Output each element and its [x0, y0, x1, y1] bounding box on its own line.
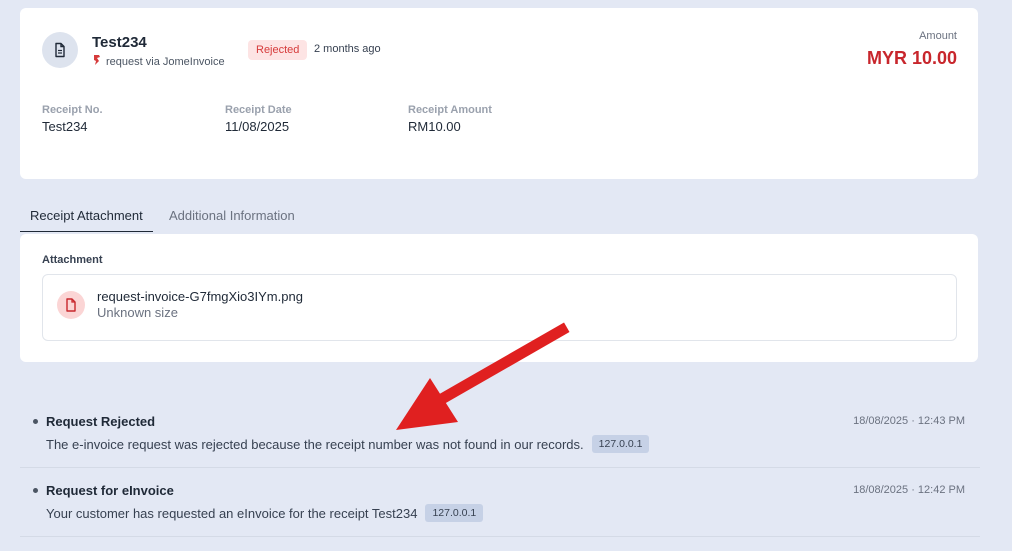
activity-description-row: The e-invoice request was rejected becau… — [46, 435, 650, 453]
activity-item: Request Rejected The e-invoice request w… — [20, 399, 980, 468]
field-label: Receipt Amount — [408, 104, 492, 116]
time-ago: 2 months ago — [314, 43, 381, 55]
field-label: Receipt No. — [42, 104, 103, 116]
jomeinvoice-logo-icon — [92, 54, 102, 69]
attachment-file[interactable]: request-invoice-G7fmgXio3IYm.png Unknown… — [42, 274, 957, 341]
activity-description: The e-invoice request was rejected becau… — [46, 436, 584, 452]
document-icon — [42, 32, 78, 68]
receipt-amount-field: Receipt Amount RM10.00 — [408, 104, 492, 134]
receipt-title: Test234 — [92, 34, 147, 51]
field-value: RM10.00 — [408, 119, 461, 134]
activity-description-row: Your customer has requested an eInvoice … — [46, 504, 484, 522]
bullet-icon — [33, 419, 38, 424]
receipt-date-field: Receipt Date 11/08/2025 — [225, 104, 292, 134]
field-value: Test234 — [42, 119, 88, 134]
status-badge: Rejected — [248, 40, 308, 60]
activity-timestamp: 18/08/2025 · 12:43 PM — [853, 415, 965, 427]
tab-additional-information[interactable]: Additional Information — [159, 200, 305, 231]
field-value: 11/08/2025 — [225, 119, 290, 134]
amount-label: Amount — [919, 30, 957, 42]
receipt-source: request via JomeInvoice — [92, 54, 225, 69]
activity-title: Request Rejected — [46, 414, 156, 429]
activity-title: Request for eInvoice — [46, 483, 174, 498]
file-size: Unknown size — [97, 305, 178, 320]
tab-receipt-attachment[interactable]: Receipt Attachment — [20, 200, 153, 232]
receipt-source-label: request via JomeInvoice — [106, 55, 225, 68]
ip-badge: 127.0.0.1 — [591, 435, 650, 453]
activity-description: Your customer has requested an eInvoice … — [46, 505, 418, 521]
ip-badge: 127.0.0.1 — [425, 504, 484, 522]
attachment-card: Attachment request-invoice-G7fmgXio3IYm.… — [20, 234, 978, 362]
receipt-no-field: Receipt No. Test234 — [42, 104, 103, 134]
field-label: Receipt Date — [225, 104, 292, 116]
attachment-section-label: Attachment — [42, 254, 103, 266]
amount-value: MYR 10.00 — [866, 48, 957, 68]
receipt-summary-card: Test234 request via JomeInvoice Rejected… — [20, 8, 978, 179]
activity-timestamp: 18/08/2025 · 12:42 PM — [853, 484, 965, 496]
bullet-icon — [33, 488, 38, 493]
activity-item: Request for eInvoice Your customer has r… — [20, 468, 980, 537]
file-pdf-icon — [57, 291, 85, 319]
file-name[interactable]: request-invoice-G7fmgXio3IYm.png — [97, 289, 303, 304]
